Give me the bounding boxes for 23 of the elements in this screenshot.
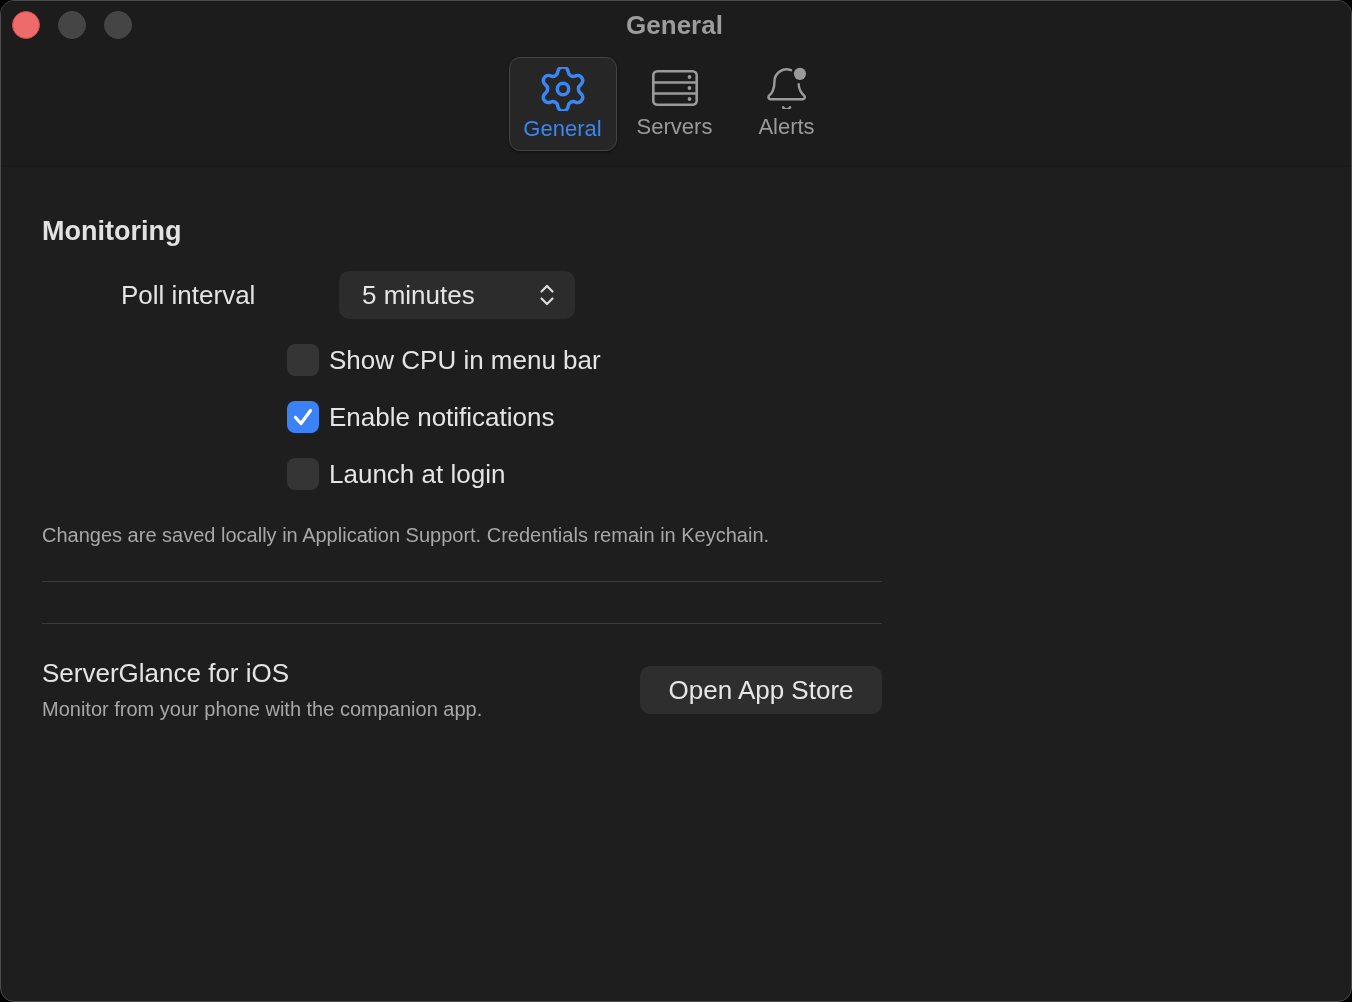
checkbox[interactable] [287, 458, 319, 490]
checkbox[interactable] [287, 401, 319, 433]
poll-interval-label: Poll interval [121, 280, 257, 310]
toolbar-tab[interactable]: Alerts [732, 57, 841, 151]
companion-title: ServerGlance for iOS [42, 658, 291, 688]
checkbox[interactable] [287, 344, 319, 376]
companion-subtitle: Monitor from your phone with the companion app. [42, 697, 483, 721]
checkbox-label: Enable notifications [329, 402, 555, 432]
open-app-store-button[interactable]: Open App Store [640, 665, 882, 714]
close-button[interactable] [12, 10, 40, 39]
server-icon [651, 70, 698, 106]
chevron-up-down-icon [539, 283, 555, 307]
checkmark-icon [293, 408, 313, 426]
toolbar-tab[interactable]: General [508, 57, 617, 151]
checkbox-label: Show CPU in menu bar [329, 345, 601, 375]
section-heading: Monitoring [42, 215, 182, 247]
gear-icon [540, 67, 585, 111]
poll-interval-dropdown[interactable]: 5 minutes [339, 271, 575, 319]
checkbox-label: Launch at login [329, 459, 506, 489]
bell-dot-icon [766, 67, 807, 109]
window-title: General [626, 9, 723, 40]
toolbar-tab[interactable]: Servers [620, 57, 729, 151]
footnote-text: Changes are saved locally in Application Support. Credentials remain in Keychain. [42, 523, 770, 547]
